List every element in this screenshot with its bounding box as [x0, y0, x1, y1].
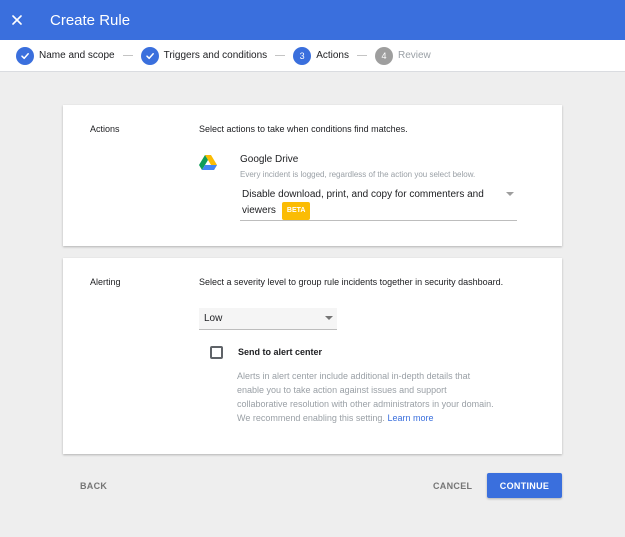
send-to-alert-center-checkbox[interactable] [210, 346, 223, 359]
check-icon [16, 46, 34, 65]
back-button[interactable]: BACK [80, 481, 107, 491]
actions-card: Actions Select actions to take when cond… [63, 105, 562, 246]
google-drive-icon [199, 155, 217, 170]
beta-badge: BETA [281, 202, 311, 220]
actions-section-label: Actions [90, 124, 120, 134]
cancel-button[interactable]: CANCEL [433, 481, 472, 491]
step-label: Triggers and conditions [163, 50, 268, 61]
actions-description: Select actions to take when conditions f… [199, 124, 408, 134]
alerting-card: Alerting Select a severity level to grou… [63, 258, 562, 454]
step-divider [356, 55, 367, 56]
severity-value: Low [204, 313, 223, 324]
close-icon [12, 15, 22, 25]
severity-dropdown[interactable]: Low [199, 308, 337, 330]
alert-center-info-text: Alerts in alert center include additiona… [237, 371, 494, 423]
page-title: Create Rule [50, 11, 131, 29]
action-dropdown-value: Disable download, print, and copy for co… [242, 188, 497, 220]
close-button[interactable] [0, 0, 34, 40]
step-name-and-scope[interactable]: Name and scope [16, 46, 115, 65]
stepper: Name and scope Triggers and conditions 3… [0, 40, 625, 72]
learn-more-link[interactable]: Learn more [387, 413, 433, 423]
step-label: Name and scope [39, 50, 115, 61]
step-number: 3 [293, 46, 312, 65]
app-name: Google Drive [240, 154, 299, 165]
selected-action-text: Disable download, print, and copy for co… [242, 189, 484, 216]
step-review[interactable]: 4 Review [374, 46, 431, 65]
step-divider [275, 55, 286, 56]
step-number: 4 [374, 46, 393, 65]
app-note: Every incident is logged, regardless of … [240, 170, 476, 179]
action-dropdown[interactable]: Disable download, print, and copy for co… [240, 188, 517, 221]
app-header: Create Rule [0, 0, 625, 40]
step-label: Review [397, 50, 431, 61]
step-triggers-and-conditions[interactable]: Triggers and conditions [140, 46, 268, 65]
continue-button[interactable]: CONTINUE [487, 473, 562, 498]
step-actions[interactable]: 3 Actions [293, 46, 349, 65]
alert-center-info: Alerts in alert center include additiona… [237, 369, 499, 425]
alerting-description: Select a severity level to group rule in… [199, 277, 504, 287]
step-label: Actions [316, 50, 349, 61]
alerting-section-label: Alerting [90, 277, 121, 287]
send-to-alert-center-label[interactable]: Send to alert center [238, 347, 322, 357]
dropdown-arrow-icon [506, 192, 514, 196]
check-icon [140, 46, 159, 65]
step-divider [122, 55, 133, 56]
dropdown-arrow-icon [325, 316, 333, 320]
